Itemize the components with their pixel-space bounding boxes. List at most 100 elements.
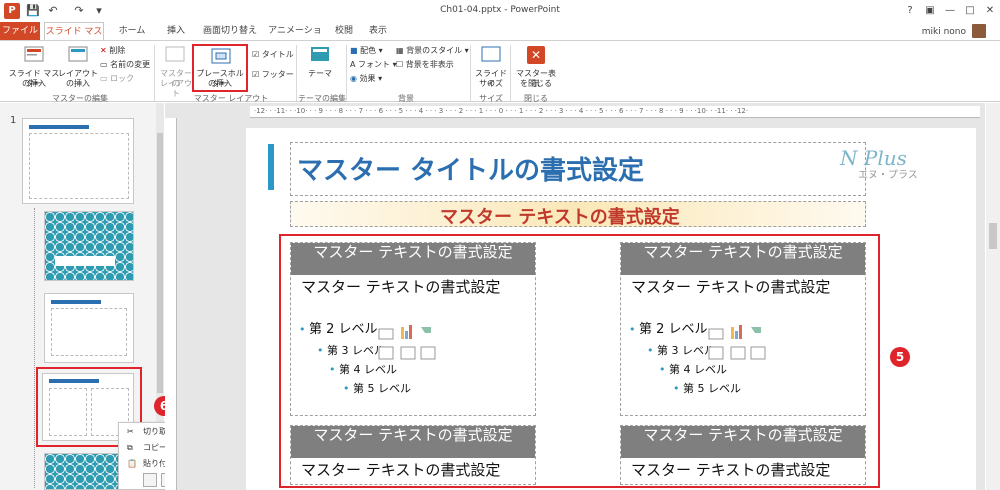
content-placeholder-bottom-right[interactable]: マスター テキストの書式設定 マスター テキストの書式設定 [620,425,866,485]
tab-slide-master[interactable]: スライド マスター [44,22,104,55]
themes-button[interactable]: テーマ [302,45,338,91]
avatar[interactable] [972,24,986,38]
tab-insert[interactable]: 挿入 [158,22,194,40]
bullet-icon: • [659,363,666,376]
themes-label: テーマ [308,69,332,78]
delete-icon: ✕ [100,46,107,55]
thumb-title-bar [49,379,99,383]
background-styles-button[interactable]: ▦ 背景のスタイル ▾ [396,45,469,57]
tab-view[interactable]: 表示 [362,22,394,40]
level1-text: マスター テキストの書式設定 [301,278,501,296]
logo-subtitle: エヌ・プラス [858,170,918,181]
layout-thumbnail-2[interactable] [44,293,134,363]
fonts-icon: A [350,60,356,69]
insert-layout-label: レイアウト [58,69,98,78]
redo-icon[interactable]: ↷ [72,4,86,18]
colors-button[interactable]: ■ 配色 ▾ [350,45,383,57]
fonts-button[interactable]: A フォント ▾ [350,59,397,71]
close-button[interactable]: ✕ [980,3,1000,19]
paste-option-icon[interactable] [143,473,157,487]
content-placeholder-bottom-left[interactable]: マスター テキストの書式設定 マスター テキストの書式設定 [290,425,536,485]
rename-button[interactable]: ▭ 名前の変更 [100,59,150,71]
panel-scroll-thumb[interactable] [157,133,163,393]
bullet-icon: • [329,363,336,376]
footer-checkbox-label: フッター [261,70,294,79]
layout-thumbnail-1[interactable] [44,211,134,281]
level5-text: 第 5 レベル [683,382,741,395]
ribbon-display-button[interactable]: ▣ [920,3,940,19]
help-button[interactable]: ? [900,3,920,19]
ribbon-divider [296,45,297,101]
minimize-button[interactable]: — [940,3,960,19]
ribbon-divider [154,45,155,101]
insert-placeholder-button[interactable]: プレースホルダー の挿入 [192,44,248,92]
slide-title[interactable]: マスター タイトルの書式設定 [297,150,644,187]
level2-text: 第 2 レベル [639,322,708,337]
thumb-body [29,133,129,199]
effects-label: 効果 [359,74,376,83]
slide-size-button[interactable]: スライドの サイズ [474,45,508,91]
level5-item: • 第 5 レベル [343,379,411,398]
ruler-ticks: ·12· · ·11· · ·10· · · 9 · · · 8 · · · 7… [254,107,749,115]
level2-item: • 第 2 レベル [299,320,378,339]
tab-file[interactable]: ファイル [0,22,40,40]
master-layout-button[interactable]: マスターの レイアウト [158,45,192,98]
preserve-button[interactable]: ▭ ロック [100,73,134,85]
ribbon-divider [346,45,347,101]
user-name[interactable]: miki nono [922,27,966,37]
insert-slide-master-button[interactable]: スライド マスター の挿入 [6,45,62,91]
thumb-title-bar [29,125,89,129]
callout-5: 5 [890,347,910,367]
bullet-icon: • [629,323,636,336]
main-scrollbar[interactable] [986,103,1000,490]
undo-icon[interactable]: ↶ [46,4,60,18]
checkbox-checked-icon: ☑ [252,70,260,79]
customize-icon[interactable]: ▾ [92,4,106,18]
bullet-icon: • [299,323,306,336]
main-scroll-thumb[interactable] [989,223,997,249]
level4-text: 第 4 レベル [339,363,397,376]
insert-layout-button[interactable]: レイアウト の挿入 [58,45,98,91]
master-thumbnail[interactable] [22,118,134,204]
save-icon[interactable]: 💾 [26,4,40,18]
content-placeholder-left[interactable]: マスター テキストの書式設定 マスター テキストの書式設定 • 第 2 レベル … [290,242,536,416]
tab-animations[interactable]: アニメーション [264,22,326,54]
effects-button[interactable]: ◉ 効果 ▾ [350,73,382,85]
slide-master-icon [24,46,44,62]
insert-layout-label2: の挿入 [66,79,90,88]
close-master-icon: ✕ [527,46,545,64]
ribbon-divider [510,45,511,101]
colors-icon: ■ [350,46,358,55]
footer-checkbox[interactable]: ☑ フッター [252,69,294,81]
bullet-icon: • [647,344,654,357]
level1-text: マスター テキストの書式設定 [301,461,501,479]
tab-home[interactable]: ホーム [112,22,152,40]
preserve-label: ロック [110,74,135,83]
vertical-ruler [165,118,177,490]
column-header: マスター テキストの書式設定 [291,243,535,275]
content-placeholder-right[interactable]: マスター テキストの書式設定 マスター テキストの書式設定 • 第 2 レベル … [620,242,866,416]
subtitle-text[interactable]: マスター テキストの書式設定 [440,203,680,229]
bg-styles-label: 背景のスタイル [406,46,463,55]
ribbon: スライド マスター の挿入 レイアウト の挿入 ✕ 削除 ▭ 名前の変更 ▭ ロ… [0,40,1000,103]
title-checkbox[interactable]: ☑ タイトル [252,49,294,61]
rename-icon: ▭ [100,60,108,69]
level5-text: 第 5 レベル [353,382,411,395]
level3-item: • 第 3 レベル [647,341,715,360]
delete-button[interactable]: ✕ 削除 [100,45,125,57]
level2-item: • 第 2 レベル [629,320,708,339]
effects-icon: ◉ [350,74,357,83]
maximize-button[interactable]: □ [960,3,980,19]
close-master-label2: を閉じる [520,79,552,88]
window-title: Ch01-04.pptx - PowerPoint [440,5,560,15]
close-master-view-button[interactable]: ✕ マスター表示 を閉じる [514,45,558,91]
insert-content-icon[interactable] [377,323,469,363]
themes-icon [311,47,329,61]
hide-background-checkbox[interactable]: ☐ 背景を非表示 [396,59,454,71]
insert-placeholder-label2: の挿入 [208,79,232,88]
insert-content-icon[interactable] [707,323,799,363]
tab-review[interactable]: 校閲 [328,22,360,40]
tab-transitions[interactable]: 画面切り替え [198,22,262,40]
ribbon-tabs: ファイル スライド マスター ホーム 挿入 画面切り替え アニメーション 校閲 … [0,22,1000,55]
colors-label: 配色 [360,46,377,55]
